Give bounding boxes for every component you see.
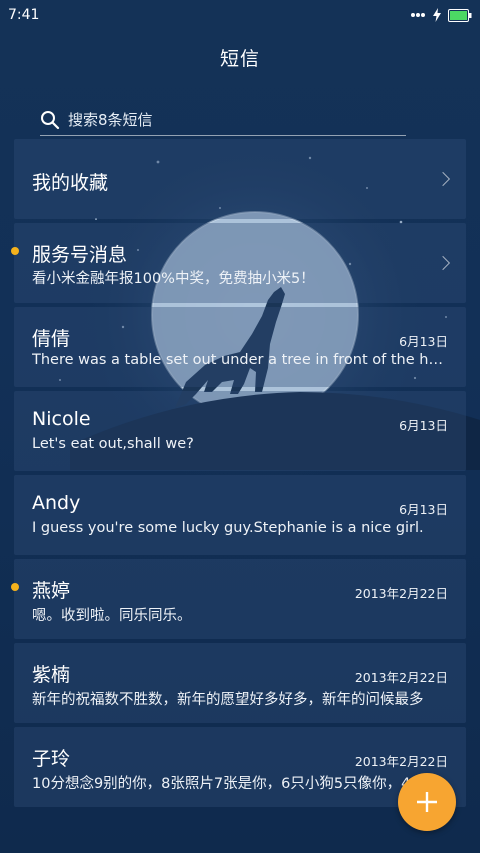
favorites-label: 我的收藏 <box>32 172 109 194</box>
charging-icon <box>433 8 441 22</box>
search-icon <box>41 110 60 129</box>
conversation-item[interactable]: 紫楠 2013年2月22日 新年的祝福数不胜数，新年的愿望好多好多，新年的问候最… <box>14 643 466 723</box>
message-date: 2013年2月22日 <box>354 754 448 769</box>
contact-name: 紫楠 <box>32 664 71 686</box>
conversation-item[interactable]: Nicole 6月13日 Let's eat out,shall we? <box>14 391 466 471</box>
chevron-right-icon <box>435 171 451 187</box>
chevron-right-icon <box>435 255 451 271</box>
conversation-item[interactable]: 燕婷 2013年2月22日 嗯。收到啦。同乐同乐。 <box>14 559 466 639</box>
status-time: 7:41 <box>8 7 40 23</box>
contact-name: Andy <box>32 492 81 514</box>
contact-name: 倩倩 <box>32 328 71 350</box>
contact-name: 子玲 <box>32 748 71 770</box>
unread-dot <box>11 583 19 591</box>
new-message-button[interactable] <box>398 773 456 831</box>
message-preview: Let's eat out,shall we? <box>32 436 194 452</box>
battery-icon <box>448 8 472 22</box>
message-date: 2013年2月22日 <box>354 586 448 601</box>
conversation-item[interactable]: Andy 6月13日 I guess you're some lucky guy… <box>14 475 466 555</box>
contact-name: 燕婷 <box>32 580 71 602</box>
page-title: 短信 <box>219 48 260 70</box>
message-preview: I guess you're some lucky guy.Stephanie … <box>32 520 424 536</box>
message-date: 6月13日 <box>399 418 448 433</box>
message-date: 6月13日 <box>399 502 448 517</box>
service-messages-item[interactable]: 服务号消息 看小米金融年报100%中奖，免费抽小米5！ <box>14 223 466 303</box>
message-preview: 嗯。收到啦。同乐同乐。 <box>32 608 192 624</box>
plus-icon <box>417 792 437 812</box>
service-preview: 看小米金融年报100%中奖，免费抽小米5！ <box>32 271 315 287</box>
favorites-item[interactable]: 我的收藏 <box>14 139 466 219</box>
contact-name: Nicole <box>32 408 91 430</box>
conversation-item[interactable]: 倩倩 6月13日 There was a table set out under… <box>14 307 466 387</box>
search-bar[interactable] <box>40 104 406 136</box>
message-date: 6月13日 <box>399 334 448 349</box>
signal-dots-icon <box>411 13 425 17</box>
message-date: 2013年2月22日 <box>354 670 448 685</box>
message-preview: 10分想念9别的你，8张照片7张是你，6只小狗5只像你，4 <box>32 776 411 792</box>
message-preview: There was a table set out under a tree i… <box>32 352 446 368</box>
message-preview: 新年的祝福数不胜数，新年的愿望好多好多，新年的问候最多 <box>32 692 424 708</box>
service-name: 服务号消息 <box>32 244 128 266</box>
search-input[interactable] <box>68 110 368 129</box>
status-bar: 7:41 <box>0 0 480 30</box>
unread-dot <box>11 247 19 255</box>
